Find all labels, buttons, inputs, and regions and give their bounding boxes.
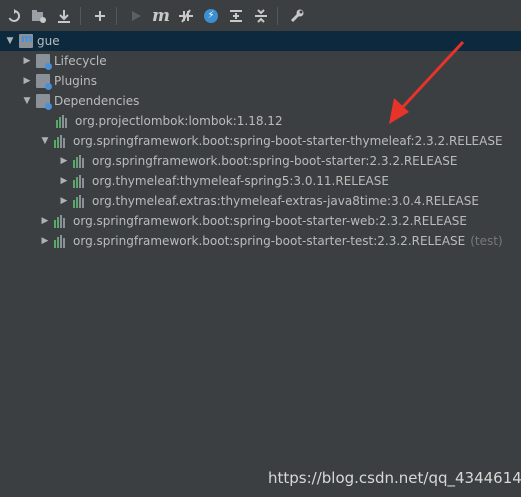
toolbar-separator <box>116 6 117 25</box>
lifecycle-folder-icon <box>36 54 52 70</box>
dependency-label: org.springframework.boot:spring-boot-sta… <box>73 134 503 148</box>
chevron-right-icon[interactable]: ▶ <box>40 216 50 226</box>
library-icon <box>73 174 87 188</box>
dependency-label: org.projectlombok:lombok:1.18.12 <box>75 114 283 128</box>
tree-item-dependency[interactable]: ▶ org.springframework.boot:spring-boot-s… <box>0 151 521 171</box>
add-icon[interactable] <box>89 5 111 27</box>
dependency-label: org.springframework.boot:spring-boot-sta… <box>73 234 466 248</box>
plugins-folder-icon <box>36 74 52 90</box>
refresh-icon[interactable] <box>3 5 25 27</box>
maven-project-icon <box>19 32 33 48</box>
chevron-down-icon[interactable]: ▼ <box>40 136 50 146</box>
toolbar-separator <box>80 6 81 25</box>
maven-goal-label: m <box>152 5 170 26</box>
tree-item-label: Plugins <box>54 74 97 88</box>
run-icon[interactable] <box>125 5 147 27</box>
chevron-right-icon[interactable]: ▶ <box>59 196 69 206</box>
tree-item-root[interactable]: ▼ gue <box>0 31 521 51</box>
dependency-label: org.springframework.boot:spring-boot-sta… <box>92 154 458 168</box>
library-icon <box>73 194 87 208</box>
tree-item-dependency[interactable]: ▼ org.springframework.boot:spring-boot-s… <box>0 131 521 151</box>
tree-item-dependency[interactable]: ▶ org.springframework.boot:spring-boot-s… <box>0 211 521 231</box>
chevron-right-icon[interactable]: ▶ <box>59 156 69 166</box>
chevron-right-icon[interactable]: ▶ <box>59 176 69 186</box>
maven-toolbar: m ⚡ <box>0 0 521 32</box>
dependencies-folder-icon <box>36 94 52 110</box>
chevron-down-icon[interactable]: ▼ <box>5 36 15 46</box>
collapse-all-icon[interactable] <box>250 5 272 27</box>
chevron-right-icon[interactable]: ▶ <box>40 236 50 246</box>
library-icon <box>54 134 68 148</box>
chevron-down-icon[interactable]: ▼ <box>22 96 32 106</box>
chevron-right-icon[interactable]: ▶ <box>22 76 32 86</box>
dependency-label: org.thymeleaf.extras:thymeleaf-extras-ja… <box>92 194 479 208</box>
tree-item-label: gue <box>37 34 60 48</box>
tree-item-lifecycle[interactable]: ▶ Lifecycle <box>0 51 521 71</box>
reimport-icon[interactable] <box>28 5 50 27</box>
maven-goal-icon[interactable]: m <box>150 5 172 27</box>
download-icon[interactable] <box>53 5 75 27</box>
tree-item-dependencies[interactable]: ▼ Dependencies <box>0 91 521 111</box>
library-icon <box>73 154 87 168</box>
tree-item-plugins[interactable]: ▶ Plugins <box>0 71 521 91</box>
tree-item-label: Dependencies <box>54 94 140 108</box>
watermark: https://blog.csdn.net/qq_43446147 <box>268 469 521 487</box>
tree-item-label: Lifecycle <box>54 54 107 68</box>
dependency-scope: (test) <box>470 234 503 248</box>
show-dependencies-icon[interactable] <box>225 5 247 27</box>
chevron-right-icon[interactable]: ▶ <box>22 56 32 66</box>
settings-icon[interactable] <box>286 5 308 27</box>
dependency-label: org.thymeleaf:thymeleaf-spring5:3.0.11.R… <box>92 174 389 188</box>
skip-tests-icon[interactable]: ⚡ <box>200 5 222 27</box>
dependency-label: org.springframework.boot:spring-boot-sta… <box>73 214 467 228</box>
tree-item-dependency[interactable]: org.projectlombok:lombok:1.18.12 <box>0 111 521 131</box>
toggle-offline-icon[interactable] <box>175 5 197 27</box>
library-icon <box>54 214 68 228</box>
tree-item-dependency[interactable]: ▶ org.thymeleaf.extras:thymeleaf-extras-… <box>0 191 521 211</box>
tree-item-dependency[interactable]: ▶ org.springframework.boot:spring-boot-s… <box>0 231 521 251</box>
library-icon <box>56 114 70 128</box>
toolbar-separator <box>277 6 278 25</box>
tree-item-dependency[interactable]: ▶ org.thymeleaf:thymeleaf-spring5:3.0.11… <box>0 171 521 191</box>
library-icon <box>54 234 68 248</box>
